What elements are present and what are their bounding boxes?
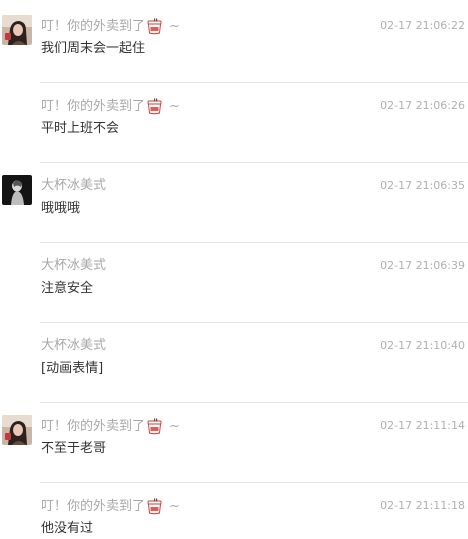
sender-tilde: ~ [169, 18, 180, 34]
sender-name[interactable]: 叮！你的外卖到了 ~ [41, 98, 180, 115]
message-divider [40, 82, 468, 83]
message-divider [40, 482, 468, 483]
bowl-icon [146, 498, 163, 515]
avatar-girl-icon[interactable] [2, 15, 32, 45]
message-text: 他没有过 [41, 521, 94, 536]
sender-tilde: ~ [169, 498, 180, 514]
message-timestamp: 02-17 21:11:18 [380, 499, 465, 512]
sender-name[interactable]: 叮！你的外卖到了 ~ [41, 498, 180, 515]
message-item[interactable]: 大杯冰美式 02-17 21:06:39 注意安全 [0, 242, 468, 322]
sender-name[interactable]: 叮！你的外卖到了 ~ [41, 18, 180, 35]
message-item[interactable]: 叮！你的外卖到了 ~02-17 21:06:26 平时上班不会 [0, 82, 468, 162]
sender-name-text: 大杯冰美式 [41, 258, 107, 273]
sender-name-text: 叮！你的外卖到了 [41, 418, 146, 434]
sender-tilde: ~ [169, 418, 180, 434]
message-text: [动画表情] [41, 361, 104, 376]
sender-name-text: 叮！你的外卖到了 [41, 498, 146, 514]
message-timestamp: 02-17 21:06:39 [380, 259, 465, 272]
sender-name[interactable]: 大杯冰美式 [41, 338, 106, 354]
sender-name-text: 大杯冰美式 [41, 178, 107, 193]
message-divider [40, 402, 468, 403]
message-text: 不至于老哥 [41, 441, 107, 456]
message-item[interactable]: 大杯冰美式 02-17 21:10:40 [动画表情] [0, 322, 468, 402]
message-text: 平时上班不会 [41, 121, 120, 136]
message-item[interactable]: 叮！你的外卖到了 ~02-17 21:11:14 不至于老哥 [0, 402, 468, 482]
message-divider [40, 322, 468, 323]
bowl-icon [146, 18, 163, 35]
message-timestamp: 02-17 21:06:35 [380, 179, 465, 192]
message-text: 注意安全 [41, 281, 94, 296]
message-timestamp: 02-17 21:10:40 [380, 339, 465, 352]
sender-tilde: ~ [169, 98, 180, 114]
message-timestamp: 02-17 21:11:14 [380, 419, 465, 432]
message-text: 哦哦哦 [41, 201, 81, 216]
message-item[interactable]: 叮！你的外卖到了 ~02-17 21:11:18 他没有过 [0, 482, 468, 539]
sender-name-text: 叮！你的外卖到了 [41, 98, 146, 114]
message-timestamp: 02-17 21:06:26 [380, 99, 465, 112]
message-item[interactable]: 叮！你的外卖到了 ~02-17 21:06:22 我们周末会一起住 [0, 2, 468, 82]
bowl-icon [146, 418, 163, 435]
sender-name[interactable]: 叮！你的外卖到了 ~ [41, 418, 180, 435]
message-text: 我们周末会一起住 [41, 41, 146, 56]
sender-name[interactable]: 大杯冰美式 [41, 178, 106, 194]
message-divider [40, 242, 468, 243]
avatar-dark-icon[interactable] [2, 175, 32, 205]
message-item[interactable]: 大杯冰美式 02-17 21:06:35 哦哦哦 [0, 162, 468, 242]
sender-name[interactable]: 大杯冰美式 [41, 258, 106, 274]
message-divider [40, 162, 468, 163]
chat-message-list: 叮！你的外卖到了 ~02-17 21:06:22 我们周末会一起住 叮！你的外卖到了 ~… [0, 0, 468, 539]
sender-name-text: 大杯冰美式 [41, 338, 107, 353]
bowl-icon [146, 98, 163, 115]
message-timestamp: 02-17 21:06:22 [380, 19, 465, 32]
avatar-girl-icon[interactable] [2, 415, 32, 445]
sender-name-text: 叮！你的外卖到了 [41, 18, 146, 34]
